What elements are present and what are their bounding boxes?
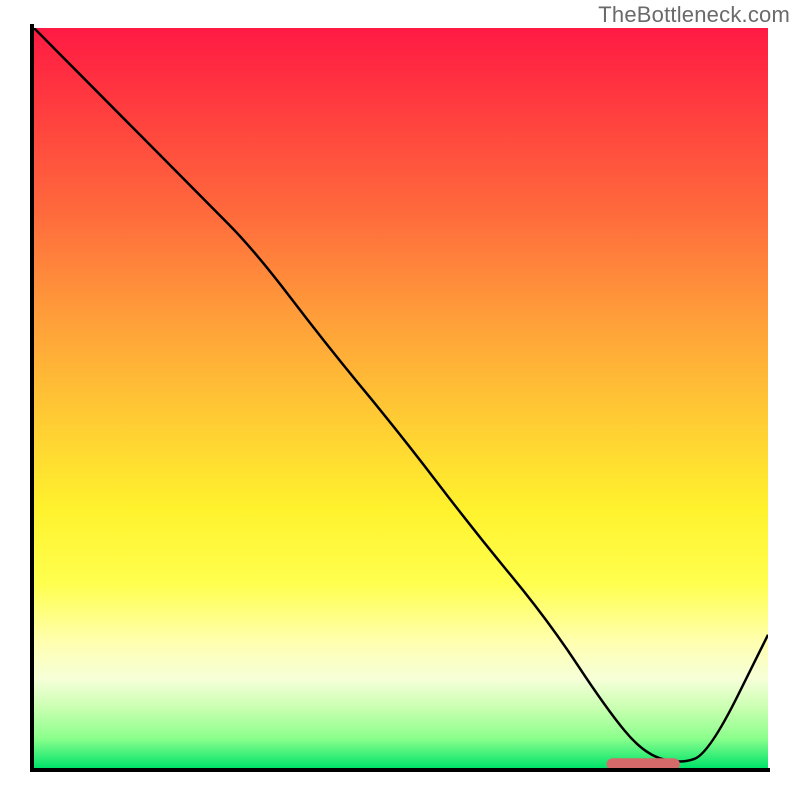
x-axis-line (30, 768, 770, 772)
chart-root: TheBottleneck.com (0, 0, 800, 800)
chart-svg (34, 28, 768, 768)
watermark-text: TheBottleneck.com (598, 2, 790, 28)
highlight-segment (607, 758, 680, 768)
plot-area (34, 28, 768, 768)
data-curve (34, 28, 768, 762)
